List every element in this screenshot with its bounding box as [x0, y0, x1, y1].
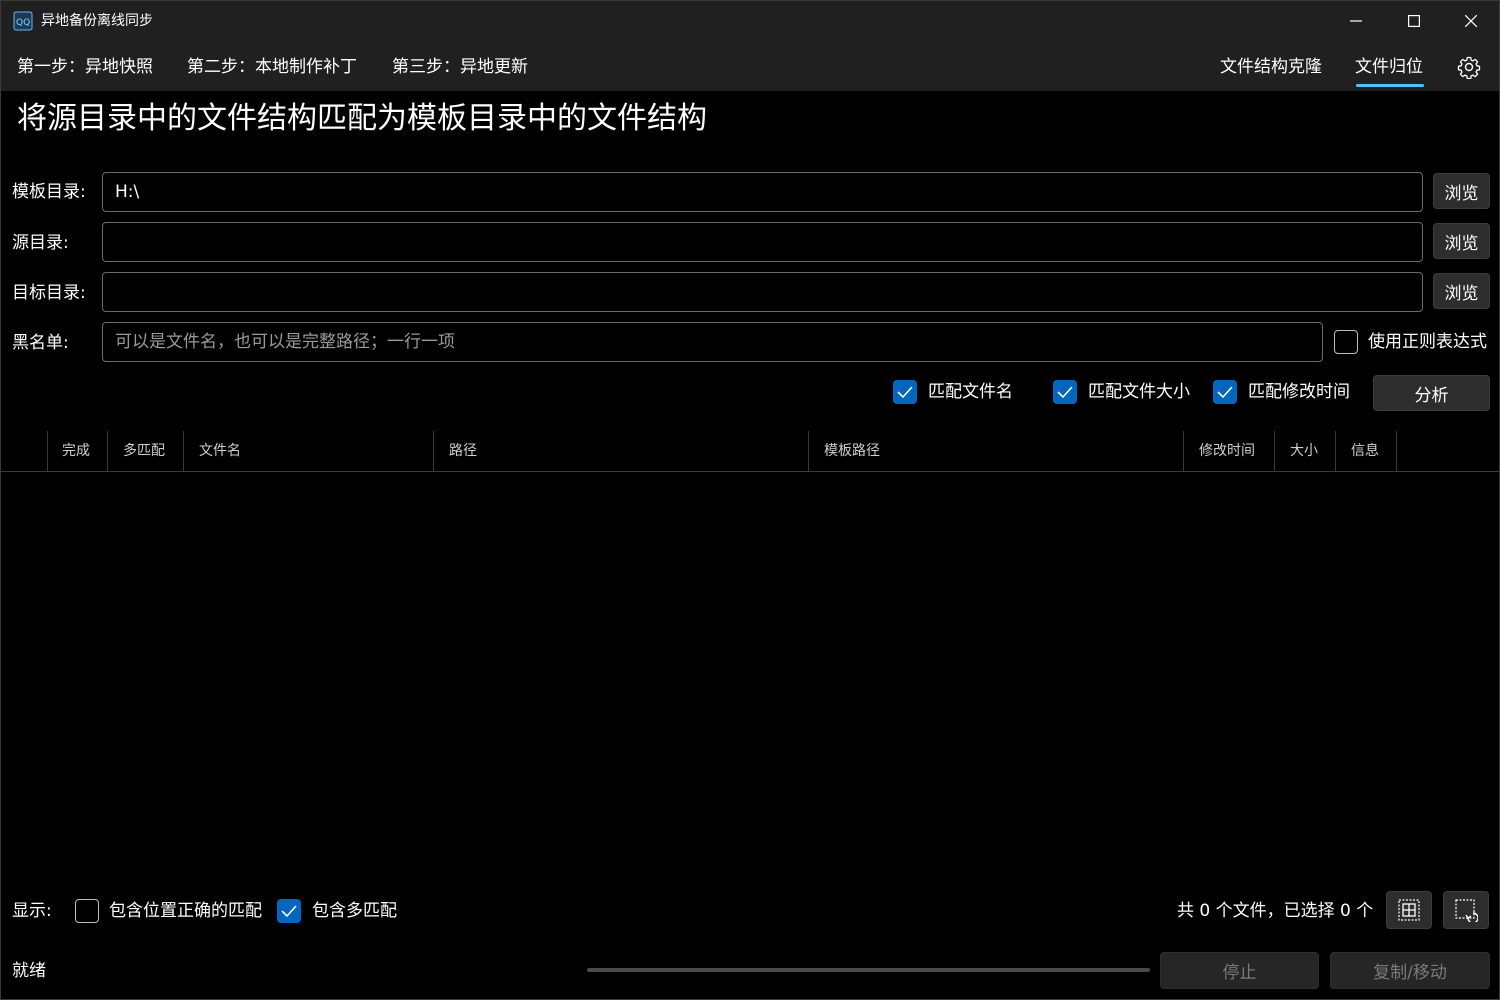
progress-bar: [587, 968, 1150, 972]
invert-selection-icon: [1455, 899, 1478, 922]
nav-step1[interactable]: 第一步：异地快照: [17, 55, 153, 79]
nav-clone[interactable]: 文件结构克隆: [1220, 55, 1322, 79]
match-size-label: 匹配文件大小: [1088, 382, 1190, 402]
status-text: 就绪: [12, 961, 46, 981]
checkmark-icon: [897, 386, 913, 399]
app-logo-icon: QQ: [13, 11, 33, 31]
column-done[interactable]: 完成: [47, 431, 108, 471]
svg-text:QQ: QQ: [16, 18, 30, 28]
template-dir-label: 模板目录:: [12, 182, 86, 202]
nav-step2[interactable]: 第二步：本地制作补丁: [187, 55, 357, 79]
window-title: 异地备份离线同步: [41, 13, 153, 29]
match-size-checkbox[interactable]: [1053, 380, 1077, 404]
column-template-path[interactable]: 模板路径: [809, 431, 1184, 471]
regex-label: 使用正则表达式: [1368, 332, 1487, 352]
minimize-button[interactable]: [1327, 1, 1385, 41]
column-info[interactable]: 信息: [1336, 431, 1397, 471]
source-browse-button[interactable]: 浏览: [1433, 223, 1490, 259]
nav-relocate[interactable]: 文件归位: [1355, 55, 1423, 79]
source-dir-input[interactable]: [102, 222, 1423, 262]
title-bar[interactable]: QQ 异地备份离线同步: [1, 1, 1499, 41]
source-dir-label: 源目录:: [12, 233, 69, 253]
include-correct-label: 包含位置正确的匹配: [109, 901, 262, 921]
select-all-button[interactable]: [1386, 891, 1432, 929]
include-multi-checkbox[interactable]: [277, 899, 301, 923]
settings-gear-icon[interactable]: [1457, 55, 1481, 79]
nav-bar: 第一步：异地快照 第二步：本地制作补丁 第三步：异地更新 文件结构克隆 文件归位: [1, 41, 1499, 91]
include-multi-label: 包含多匹配: [312, 901, 397, 921]
close-icon: [1465, 15, 1477, 27]
target-dir-label: 目标目录:: [12, 283, 86, 303]
column-filename[interactable]: 文件名: [184, 431, 434, 471]
analyze-button[interactable]: 分析: [1373, 375, 1490, 411]
checkmark-icon: [281, 905, 297, 918]
column-size[interactable]: 大小: [1275, 431, 1336, 471]
select-all-icon: [1398, 899, 1420, 921]
target-browse-button[interactable]: 浏览: [1433, 273, 1490, 309]
minimize-icon: [1350, 20, 1362, 22]
match-name-label: 匹配文件名: [928, 382, 1013, 402]
stop-button[interactable]: 停止: [1160, 952, 1319, 989]
template-dir-input[interactable]: [102, 172, 1423, 212]
copy-move-button[interactable]: 复制/移动: [1330, 952, 1490, 989]
blacklist-label: 黑名单:: [12, 333, 69, 353]
checkmark-icon: [1057, 386, 1073, 399]
close-button[interactable]: [1442, 1, 1500, 41]
blacklist-input[interactable]: [102, 322, 1323, 362]
column-path[interactable]: 路径: [434, 431, 809, 471]
maximize-button[interactable]: [1385, 1, 1443, 41]
nav-step3[interactable]: 第三步：异地更新: [392, 55, 528, 79]
target-dir-input[interactable]: [102, 272, 1423, 312]
table-header: 完成 多匹配 文件名 路径 模板路径 修改时间 大小 信息: [1, 431, 1499, 472]
file-count-summary: 共 0 个文件，已选择 0 个: [1177, 901, 1374, 921]
match-name-checkbox[interactable]: [893, 380, 917, 404]
maximize-icon: [1408, 15, 1420, 27]
template-browse-button[interactable]: 浏览: [1433, 173, 1490, 209]
show-label: 显示:: [12, 901, 52, 921]
regex-checkbox[interactable]: [1334, 330, 1358, 354]
include-correct-checkbox[interactable]: [75, 899, 99, 923]
match-time-checkbox[interactable]: [1213, 380, 1237, 404]
column-multi-match[interactable]: 多匹配: [108, 431, 184, 471]
active-tab-indicator: [1356, 84, 1424, 87]
match-time-label: 匹配修改时间: [1248, 382, 1350, 402]
checkmark-icon: [1217, 386, 1233, 399]
page-title: 将源目录中的文件结构匹配为模板目录中的文件结构: [17, 101, 707, 136]
app-window: QQ 异地备份离线同步 第一步：异地快照 第二步：本地制作补丁 第三步：异地更新…: [0, 0, 1500, 1000]
column-modified-time[interactable]: 修改时间: [1184, 431, 1275, 471]
invert-selection-button[interactable]: [1443, 891, 1489, 929]
